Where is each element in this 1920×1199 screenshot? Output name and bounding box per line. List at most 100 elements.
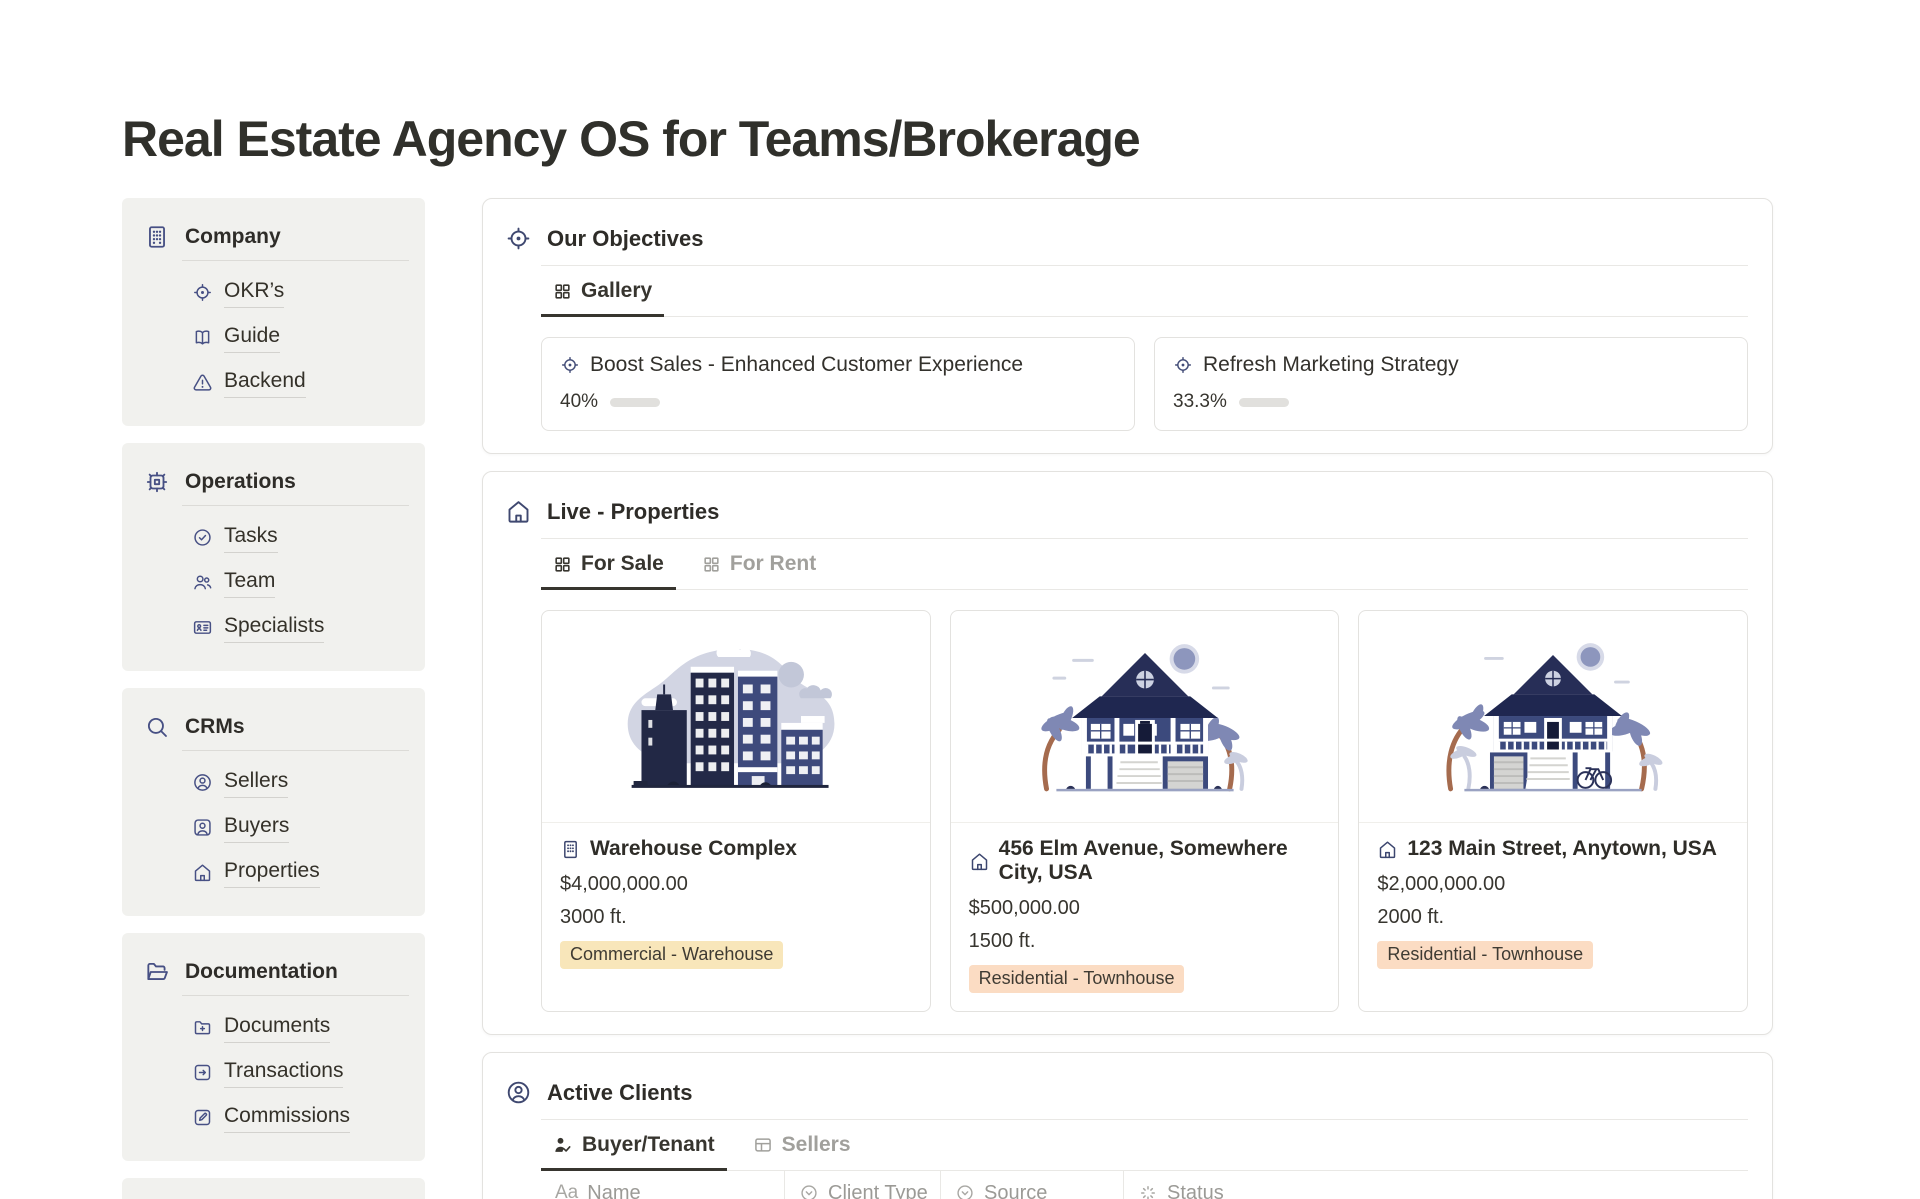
sidebar-section-documentation: Documentation Documents Transactio — [122, 933, 425, 1161]
sidebar-item-label: Commissions — [224, 1102, 350, 1133]
column-header-source[interactable]: Source — [940, 1171, 1123, 1199]
home-icon — [505, 498, 532, 525]
property-cover — [542, 611, 930, 823]
property-cover — [1359, 611, 1747, 823]
beach-house-illustration — [1017, 633, 1273, 801]
home-icon — [969, 851, 990, 872]
section-title: Active Clients — [547, 1080, 693, 1106]
target-icon — [192, 282, 213, 303]
column-label: Source — [984, 1182, 1047, 1199]
property-title: 456 Elm Avenue, Somewhere City, USA — [999, 837, 1321, 885]
sidebar-section-marketing: Marketing Brand Assets — [122, 1178, 425, 1199]
sidebar-item-label: Transactions — [224, 1057, 343, 1088]
book-open-icon — [192, 327, 213, 348]
clients-tabs: Buyer/Tenant Sellers — [541, 1120, 1748, 1171]
tab-for-sale[interactable]: For Sale — [541, 539, 676, 590]
city-buildings-illustration — [608, 633, 864, 801]
page-title: Real Estate Agency OS for Teams/Brokerag… — [122, 110, 1773, 168]
sidebar-item-transactions[interactable]: Transactions — [192, 1057, 413, 1088]
tab-sellers[interactable]: Sellers — [741, 1120, 863, 1171]
sidebar-section-company: Company OKR’s Guide — [122, 198, 425, 426]
tab-label: Buyer/Tenant — [582, 1133, 715, 1157]
tab-for-rent[interactable]: For Rent — [690, 539, 828, 590]
pen-square-icon — [192, 1107, 213, 1128]
sidebar-section-title: Company — [185, 225, 281, 249]
sidebar-item-documents[interactable]: Documents — [192, 1012, 413, 1043]
sidebar-item-label: Properties — [224, 857, 320, 888]
divider — [182, 260, 409, 261]
property-title: Warehouse Complex — [590, 837, 797, 861]
sidebar-item-team[interactable]: Team — [192, 567, 413, 598]
home-icon — [192, 862, 213, 883]
properties-tabs: For Sale For Rent — [541, 539, 1748, 590]
tab-label: Gallery — [581, 279, 652, 303]
column-header-client-type[interactable]: Client Type — [784, 1171, 940, 1199]
sidebar-item-backend[interactable]: Backend — [192, 367, 413, 398]
objective-card[interactable]: Boost Sales - Enhanced Customer Experien… — [541, 337, 1135, 431]
target-icon — [505, 225, 532, 252]
property-card[interactable]: Warehouse Complex $4,000,000.00 3000 ft.… — [541, 610, 931, 1012]
check-circle-icon — [192, 527, 213, 548]
sidebar-section-title: Documentation — [185, 960, 338, 984]
sidebar-item-commissions[interactable]: Commissions — [192, 1102, 413, 1133]
target-icon — [560, 355, 580, 375]
sidebar-item-label: Backend — [224, 367, 306, 398]
sidebar-item-specialists[interactable]: Specialists — [192, 612, 413, 643]
sidebar-item-label: Team — [224, 567, 275, 598]
grid-icon — [553, 282, 572, 301]
tab-gallery[interactable]: Gallery — [541, 266, 664, 317]
main-content: Our Objectives Gallery — [482, 198, 1773, 1199]
arrow-square-icon — [192, 1062, 213, 1083]
sidebar-item-buyers[interactable]: Buyers — [192, 812, 413, 843]
sidebar-item-properties[interactable]: Properties — [192, 857, 413, 888]
live-properties-card: Live - Properties For Sale For Ren — [482, 471, 1773, 1035]
column-label: Status — [1167, 1182, 1224, 1199]
objective-title: Refresh Marketing Strategy — [1203, 353, 1459, 377]
property-tag: Residential - Townhouse — [969, 965, 1185, 993]
property-size: 1500 ft. — [969, 930, 1321, 953]
objective-card[interactable]: Refresh Marketing Strategy 33.3% — [1154, 337, 1748, 431]
property-cover — [951, 611, 1339, 823]
tab-label: For Rent — [730, 552, 816, 576]
progress-bar — [610, 398, 660, 407]
progress-value: 40% — [560, 391, 598, 413]
property-card[interactable]: 123 Main Street, Anytown, USA $2,000,000… — [1358, 610, 1748, 1012]
building-icon — [560, 839, 581, 860]
tab-label: For Sale — [581, 552, 664, 576]
column-header-name[interactable]: Aa Name — [541, 1171, 784, 1199]
tab-buyer-tenant[interactable]: Buyer/Tenant — [541, 1120, 727, 1171]
property-size: 2000 ft. — [1377, 906, 1729, 929]
property-price: $2,000,000.00 — [1377, 873, 1729, 896]
sidebar-item-label: Tasks — [224, 522, 278, 553]
folder-open-icon — [144, 959, 170, 985]
search-icon — [144, 714, 170, 740]
target-icon — [1173, 355, 1193, 375]
person-check-icon — [553, 1135, 573, 1155]
property-price: $500,000.00 — [969, 897, 1321, 920]
user-square-icon — [192, 817, 213, 838]
select-icon — [955, 1183, 975, 1199]
column-label: Name — [587, 1182, 640, 1199]
grid-icon — [553, 555, 572, 574]
sidebar-item-label: Guide — [224, 322, 280, 353]
sidebar: Company OKR’s Guide — [122, 198, 425, 1199]
sidebar-item-label: Sellers — [224, 767, 288, 798]
sidebar-section-operations: Operations Tasks Team — [122, 443, 425, 671]
sidebar-item-guide[interactable]: Guide — [192, 322, 413, 353]
progress-value: 33.3% — [1173, 391, 1227, 413]
sidebar-item-label: Buyers — [224, 812, 289, 843]
section-title: Our Objectives — [547, 226, 704, 252]
sidebar-section-title: CRMs — [185, 715, 245, 739]
sidebar-item-label: OKR’s — [224, 277, 284, 308]
tab-label: Sellers — [782, 1133, 851, 1157]
sidebar-section-title: Operations — [185, 470, 296, 494]
user-circle-icon — [505, 1079, 532, 1106]
divider — [182, 505, 409, 506]
column-header-status[interactable]: Status — [1123, 1171, 1772, 1199]
id-card-icon — [192, 617, 213, 638]
sidebar-item-tasks[interactable]: Tasks — [192, 522, 413, 553]
sidebar-item-sellers[interactable]: Sellers — [192, 767, 413, 798]
table-icon — [753, 1135, 773, 1155]
sidebar-item-okrs[interactable]: OKR’s — [192, 277, 413, 308]
property-card[interactable]: 456 Elm Avenue, Somewhere City, USA $500… — [950, 610, 1340, 1012]
